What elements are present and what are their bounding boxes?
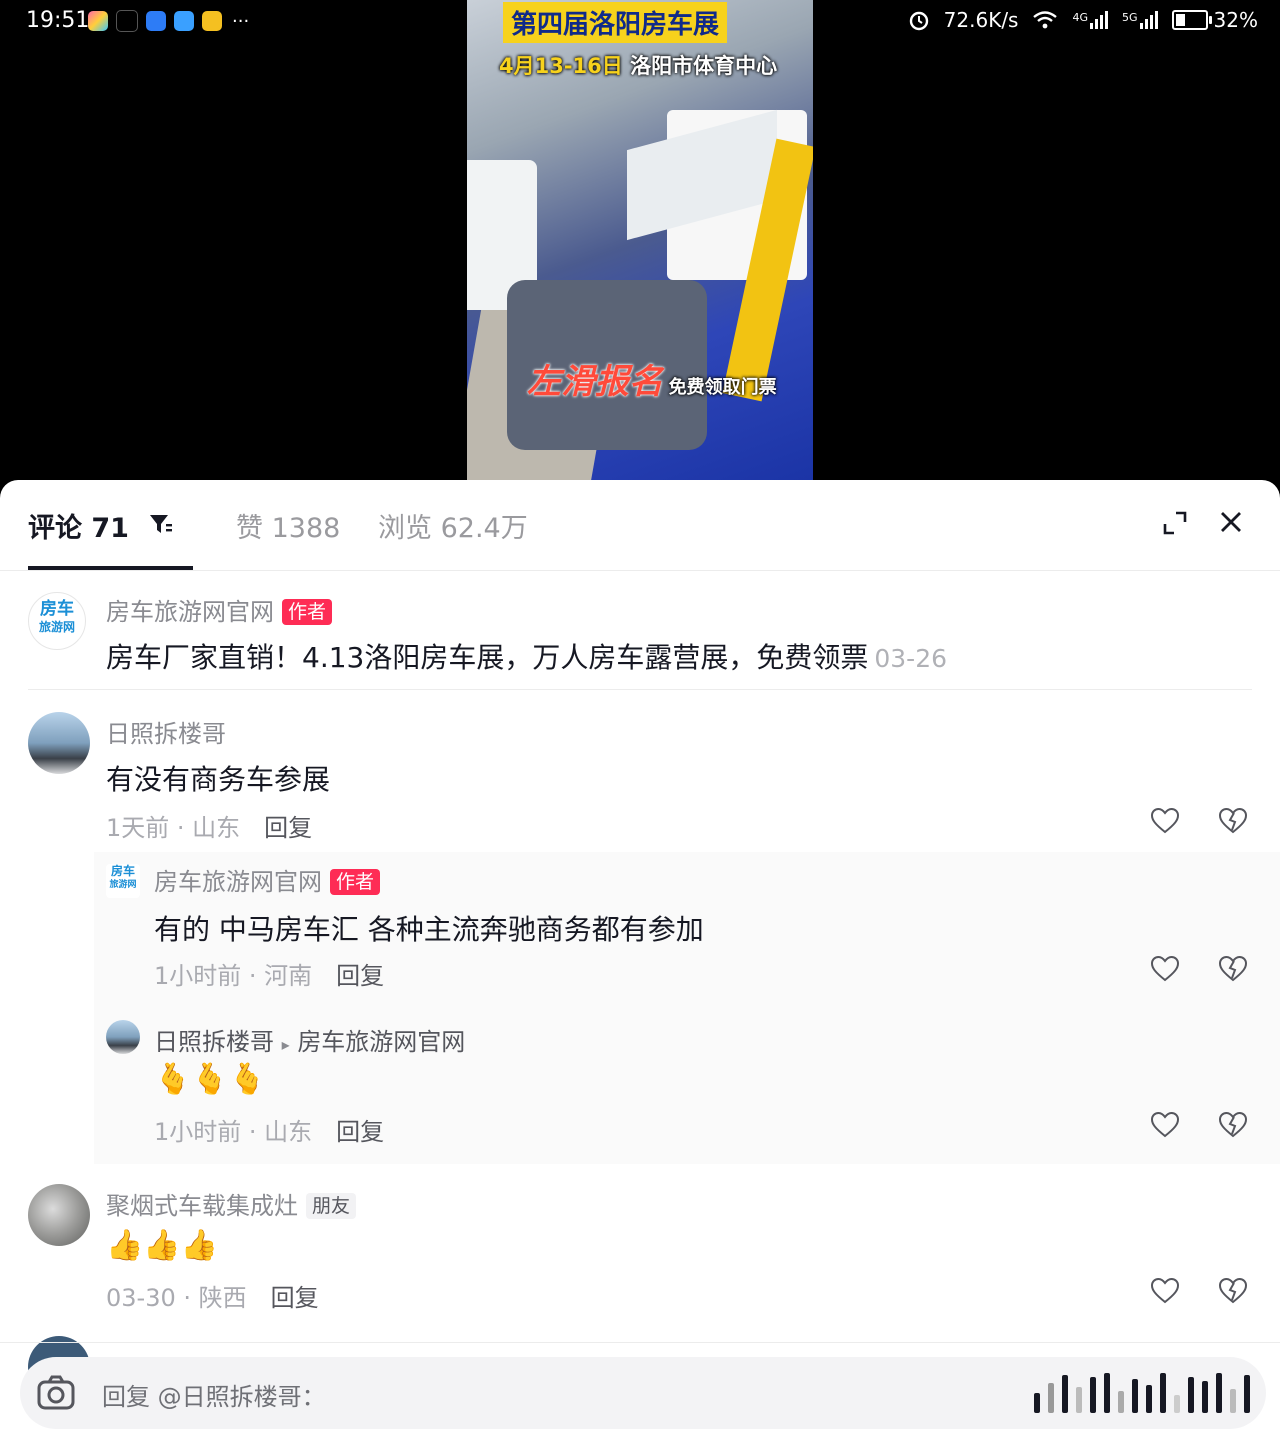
video-date: 4月13-16日 [499, 54, 623, 78]
like-icon[interactable] [1151, 1278, 1179, 1304]
expand-icon[interactable] [1160, 508, 1190, 538]
video-venue: 洛阳市体育中心 [630, 54, 778, 78]
reply-text: 有的 中马房车汇 各种主流奔驰商务都有参加 [154, 913, 704, 946]
video-cta: 左滑报名 免费领取门票 [527, 354, 777, 403]
battery-fill [1175, 14, 1185, 26]
reply-time: 1小时前 · 河南 [154, 962, 313, 990]
avatar[interactable]: 房车 旅游网 [28, 592, 86, 650]
signal-5g-icon: 5G [1122, 11, 1158, 29]
status-right: 72.6K/s 4G 5G 32% [908, 8, 1258, 32]
reply-time: 1小时前 · 山东 [154, 1118, 313, 1146]
comment-text: 有没有商务车参展 [106, 763, 331, 796]
reply-button[interactable]: 回复 [336, 1118, 384, 1146]
reply-text: 🫰🫰🫰 [154, 1062, 267, 1097]
avatar-logo-text: 旅游网 [38, 620, 75, 634]
reply-button[interactable]: 回复 [264, 814, 312, 842]
video-date-line: 4月13-16日 洛阳市体育中心 [499, 50, 777, 80]
comment-meta: 1天前 · 山东 回复 [106, 808, 312, 843]
dislike-icon[interactable] [1219, 1278, 1247, 1304]
video-cta-small: 免费领取门票 [668, 377, 777, 398]
alarm-icon [909, 11, 928, 31]
input-placeholder[interactable]: 回复 @日照拆楼哥： [102, 1377, 326, 1412]
comment-author[interactable]: 日照拆楼哥 [106, 714, 226, 749]
map-app-icon [174, 11, 194, 31]
wifi-icon [1033, 11, 1058, 29]
dislike-icon[interactable] [1219, 808, 1247, 834]
battery-indicator: 32% [1171, 8, 1258, 32]
comment-sheet: 评论 71 赞 1388 浏览 62.4万 房车 旅游网 房车旅游网官网 作者 房… [0, 480, 1280, 1442]
reply-to-name[interactable]: 房车旅游网官网 [297, 1028, 465, 1056]
avatar[interactable] [28, 712, 90, 774]
dislike-icon[interactable] [1219, 1112, 1247, 1138]
tiktok-icon [116, 10, 138, 32]
avatar-logo-text: 房车 [40, 599, 74, 619]
author-badge: 作者 [330, 869, 381, 895]
tab-underline [28, 566, 193, 570]
video-cta-big: 左滑报名 [527, 362, 663, 402]
like-icon[interactable] [1151, 1112, 1179, 1138]
tab-likes[interactable]: 赞 1388 [236, 506, 340, 545]
network-speed: 72.6K/s [943, 8, 1019, 32]
input-decoration [1034, 1373, 1250, 1413]
tab-comments[interactable]: 评论 71 [28, 506, 129, 545]
reply-button[interactable]: 回复 [271, 1284, 319, 1312]
reply-button[interactable]: 回复 [336, 962, 384, 990]
camera-icon[interactable] [36, 1373, 76, 1413]
comment-text: 房车厂家直销！4.13洛阳房车展，万人房车露营展，免费领票 03-26 [106, 636, 947, 676]
avatar[interactable] [106, 1020, 140, 1054]
input-divider [0, 1342, 1280, 1343]
battery-percent: 32% [1213, 8, 1258, 32]
author-name[interactable]: 房车旅游网官网 [106, 598, 274, 626]
video-thumbnail[interactable]: 第四届洛阳房车展 4月13-16日 洛阳市体育中心 左滑报名 免费领取门票 [467, 0, 813, 480]
like-icon[interactable] [1151, 808, 1179, 834]
avatar-logo-text: 旅游网 [109, 880, 137, 890]
comment-meta: 03-30 · 陕西 回复 [106, 1278, 319, 1313]
author-name[interactable]: 房车旅游网官网 [154, 868, 322, 896]
friend-badge: 朋友 [306, 1193, 357, 1219]
more-notifications-icon: ··· [232, 10, 250, 32]
reply-author[interactable]: 房车旅游网官网 作者 [154, 862, 381, 897]
reply-author[interactable]: 日照拆楼哥 ▸ 房车旅游网官网 [154, 1022, 465, 1057]
dislike-icon[interactable] [1219, 956, 1247, 982]
car-app-icon [202, 11, 222, 31]
reply-input[interactable]: 回复 @日照拆楼哥： [20, 1357, 1266, 1429]
comment-author[interactable]: 房车旅游网官网 作者 [106, 592, 333, 627]
comment-author[interactable]: 聚烟式车载集成灶 朋友 [106, 1186, 357, 1221]
comment-time: 1天前 · 山东 [106, 814, 241, 842]
author-name[interactable]: 日照拆楼哥 [154, 1028, 274, 1056]
comment-date: 03-26 [874, 644, 948, 673]
sheet-tabs: 评论 71 赞 1388 浏览 62.4万 [0, 480, 1280, 571]
replies-container: 房车 旅游网 房车旅游网官网 作者 有的 中马房车汇 各种主流奔驰商务都有参加 1… [94, 852, 1280, 1164]
close-icon[interactable] [1217, 508, 1245, 536]
filter-icon[interactable] [148, 512, 174, 536]
reply-meta: 1小时前 · 河南 回复 [154, 956, 384, 991]
author-badge: 作者 [282, 599, 333, 625]
like-icon[interactable] [1151, 956, 1179, 982]
signal-4g-icon: 4G [1072, 11, 1109, 29]
notification-icons: ··· [88, 10, 249, 32]
author-name[interactable]: 聚烟式车载集成灶 [106, 1192, 298, 1220]
comment-time: 03-30 · 陕西 [106, 1284, 247, 1312]
app-notification-icon [88, 11, 108, 31]
tab-views[interactable]: 浏览 62.4万 [378, 506, 528, 545]
comment-text: 👍👍👍 [106, 1228, 219, 1263]
comment-body: 房车厂家直销！4.13洛阳房车展，万人房车露营展，免费领票 [106, 641, 869, 674]
status-bar: 19:51 ··· 72.6K/s 4G 5G 32% [0, 0, 1280, 44]
battery-icon [1171, 10, 1212, 30]
avatar-logo-text: 房车 [110, 864, 135, 878]
comment-divider [28, 689, 1252, 690]
avatar[interactable]: 房车 旅游网 [106, 864, 140, 898]
cloud-icon [146, 11, 166, 31]
signal-4g-label: 4G [1072, 11, 1089, 24]
status-time: 19:51 [26, 8, 90, 33]
reply-arrow-icon: ▸ [281, 1035, 290, 1054]
avatar[interactable] [28, 1184, 90, 1246]
signal-5g-label: 5G [1122, 11, 1138, 24]
reply-meta: 1小时前 · 山东 回复 [154, 1112, 384, 1147]
